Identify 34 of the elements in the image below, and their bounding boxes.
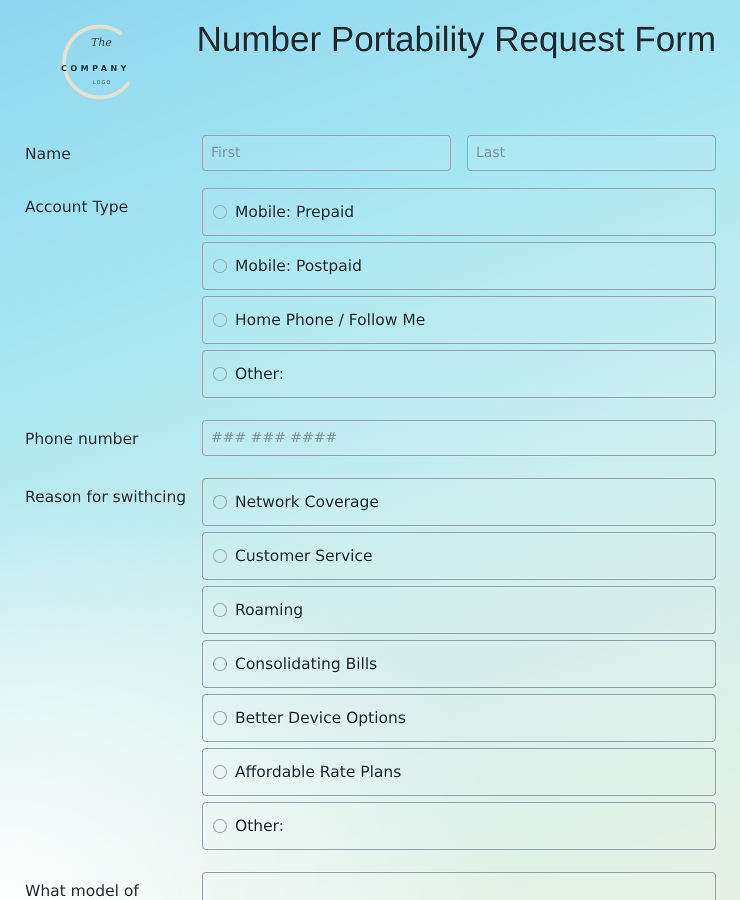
- field-label: Phone number: [25, 429, 140, 450]
- radio-option[interactable]: Mobile: Prepaid: [202, 188, 716, 236]
- field-label: Account Type: [25, 197, 130, 218]
- radio-option[interactable]: Other:: [202, 350, 716, 398]
- radio-icon: [213, 765, 227, 779]
- radio-option[interactable]: Network Coverage: [202, 478, 716, 526]
- field-label: Name: [25, 144, 72, 165]
- logo-company-text: COMPANY: [61, 64, 130, 73]
- radio-option[interactable]: Mobile: Postpaid: [202, 242, 716, 290]
- radio-icon: [213, 603, 227, 617]
- radio-option[interactable]: Consolidating Bills: [202, 640, 716, 688]
- radio-option[interactable]: Roaming: [202, 586, 716, 634]
- text-input-field[interactable]: [202, 872, 716, 900]
- field-label: Reason for swithcing: [25, 487, 188, 508]
- radio-option[interactable]: Affordable Rate Plans: [202, 748, 716, 796]
- radio-icon: [213, 367, 227, 381]
- radio-icon: [213, 819, 227, 833]
- radio-icon: [213, 313, 227, 327]
- name-input-field[interactable]: Last: [467, 135, 716, 171]
- radio-icon: [213, 549, 227, 563]
- radio-option[interactable]: Home Phone / Follow Me: [202, 296, 716, 344]
- radio-icon: [213, 259, 227, 273]
- radio-icon: [213, 711, 227, 725]
- text-input-field[interactable]: ### ### ####: [202, 420, 716, 456]
- radio-option[interactable]: Better Device Options: [202, 694, 716, 742]
- name-input-field[interactable]: First: [202, 135, 451, 171]
- radio-icon: [213, 657, 227, 671]
- logo-script-text: The: [91, 36, 112, 49]
- field-label: What model of: [25, 881, 140, 900]
- radio-icon: [213, 495, 227, 509]
- radio-option[interactable]: Other:: [202, 802, 716, 850]
- radio-icon: [213, 205, 227, 219]
- radio-option[interactable]: Customer Service: [202, 532, 716, 580]
- form-title: Number Portability Request Form: [196, 20, 716, 60]
